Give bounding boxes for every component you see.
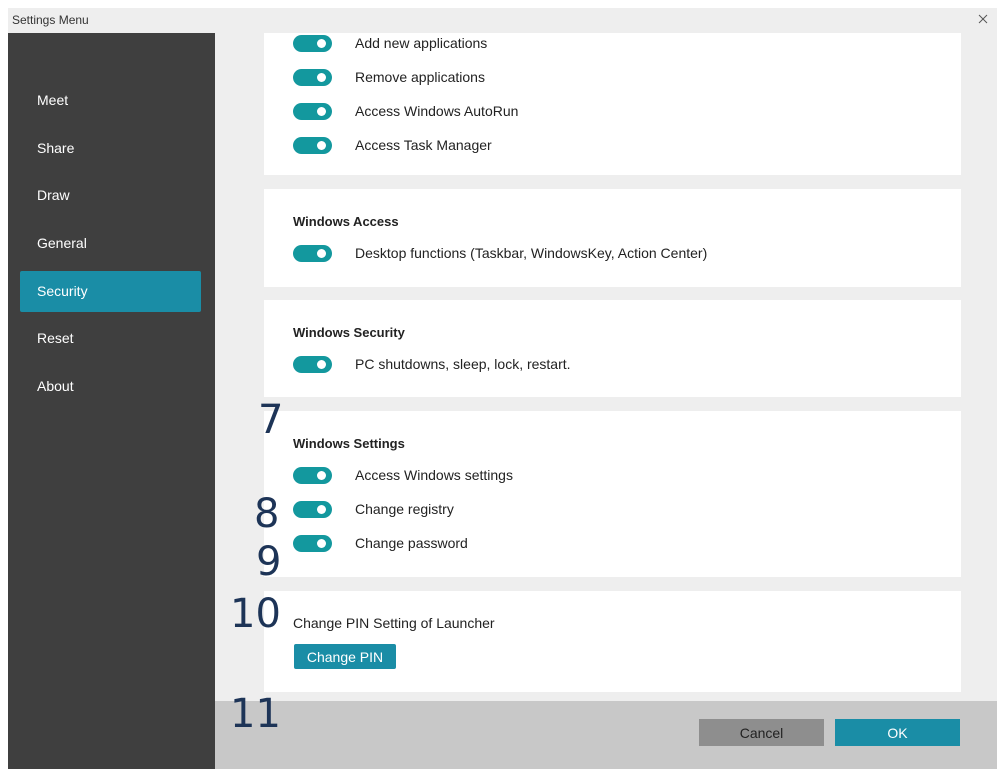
toggle-knob bbox=[317, 73, 326, 82]
toggle-knob bbox=[317, 141, 326, 150]
sidebar-item-about[interactable]: About bbox=[20, 366, 201, 407]
sidebar-item-general[interactable]: General bbox=[20, 223, 201, 264]
sidebar-item-meet[interactable]: Meet bbox=[20, 80, 201, 121]
setting-label: Access Windows AutoRun bbox=[355, 103, 519, 119]
setting-label: Remove applications bbox=[355, 69, 485, 85]
annotation-9: 9 bbox=[256, 539, 282, 585]
sidebar-item-share[interactable]: Share bbox=[20, 128, 201, 169]
windows-security-card: Windows Security PC shutdowns, sleep, lo… bbox=[264, 300, 961, 397]
close-icon[interactable] bbox=[975, 11, 991, 27]
toggle-add-applications[interactable] bbox=[293, 35, 332, 52]
annotation-10: 10 bbox=[230, 591, 281, 637]
setting-label: PC shutdowns, sleep, lock, restart. bbox=[355, 356, 571, 372]
windows-settings-card: Windows Settings Access Windows settings… bbox=[264, 411, 961, 577]
annotation-7: 7 bbox=[258, 397, 284, 443]
ok-button[interactable]: OK bbox=[835, 719, 960, 746]
settings-content: Add new applications Remove applications… bbox=[215, 33, 997, 701]
sidebar-item-draw[interactable]: Draw bbox=[20, 175, 201, 216]
annotation-8: 8 bbox=[254, 491, 280, 537]
setting-label: Change registry bbox=[355, 501, 454, 517]
toggle-knob bbox=[317, 471, 326, 480]
applications-card: Add new applications Remove applications… bbox=[264, 33, 961, 175]
setting-label: Access Task Manager bbox=[355, 137, 492, 153]
toggle-knob bbox=[317, 107, 326, 116]
setting-label: Change password bbox=[355, 535, 468, 551]
setting-label: Add new applications bbox=[355, 35, 488, 51]
toggle-task-manager[interactable] bbox=[293, 137, 332, 154]
pin-setting-label: Change PIN Setting of Launcher bbox=[293, 615, 495, 631]
toggle-knob bbox=[317, 249, 326, 258]
cancel-button[interactable]: Cancel bbox=[699, 719, 824, 746]
toggle-knob bbox=[317, 360, 326, 369]
pin-card: Change PIN Setting of Launcher Change PI… bbox=[264, 591, 961, 692]
toggle-knob bbox=[317, 505, 326, 514]
toggle-knob bbox=[317, 539, 326, 548]
windows-access-card: Windows Access Desktop functions (Taskba… bbox=[264, 189, 961, 287]
footer-bar: Cancel OK bbox=[215, 701, 997, 769]
toggle-change-password[interactable] bbox=[293, 535, 332, 552]
title-bar: Settings Menu bbox=[8, 8, 997, 33]
window-title: Settings Menu bbox=[12, 13, 89, 27]
setting-label: Desktop functions (Taskbar, WindowsKey, … bbox=[355, 245, 708, 261]
toggle-remove-applications[interactable] bbox=[293, 69, 332, 86]
toggle-knob bbox=[317, 39, 326, 48]
toggle-desktop-functions[interactable] bbox=[293, 245, 332, 262]
section-title: Windows Access bbox=[293, 214, 399, 229]
setting-label: Access Windows settings bbox=[355, 467, 513, 483]
toggle-change-registry[interactable] bbox=[293, 501, 332, 518]
toggle-pc-shutdown[interactable] bbox=[293, 356, 332, 373]
sidebar: Meet Share Draw General Security Reset A… bbox=[8, 33, 215, 769]
annotation-11: 11 bbox=[230, 691, 281, 737]
toggle-windows-settings[interactable] bbox=[293, 467, 332, 484]
sidebar-item-reset[interactable]: Reset bbox=[20, 318, 201, 359]
change-pin-button[interactable]: Change PIN bbox=[294, 644, 396, 669]
section-title: Windows Security bbox=[293, 325, 405, 340]
settings-window: Settings Menu Meet Share Draw General Se… bbox=[8, 8, 997, 769]
section-title: Windows Settings bbox=[293, 436, 405, 451]
sidebar-item-security[interactable]: Security bbox=[20, 271, 201, 312]
toggle-windows-autorun[interactable] bbox=[293, 103, 332, 120]
